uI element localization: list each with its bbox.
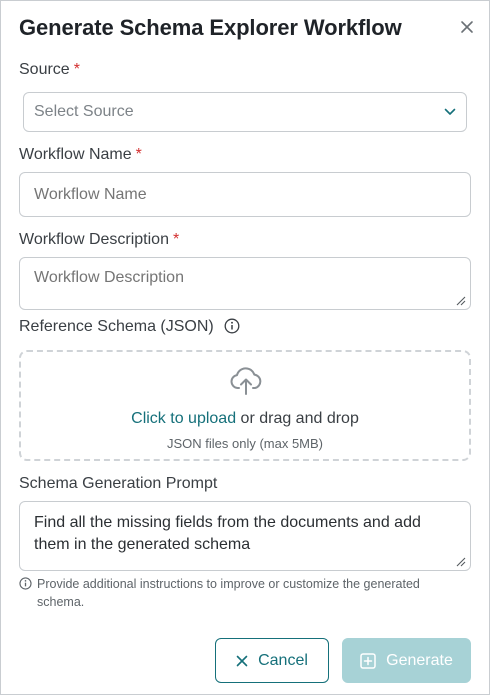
close-icon <box>236 655 248 666</box>
prompt-helper-text: Provide additional instructions to impro… <box>37 577 420 609</box>
chevron-down-icon <box>444 108 456 115</box>
close-icon <box>461 21 473 33</box>
upload-instructions: Click to upload or drag and drop <box>131 410 359 427</box>
required-mark: * <box>172 231 180 248</box>
resize-handle-icon[interactable] <box>456 296 466 306</box>
generate-workflow-dialog: Generate Schema Explorer Workflow Source… <box>0 0 490 695</box>
info-icon[interactable] <box>224 318 240 334</box>
close-button[interactable] <box>457 17 477 37</box>
source-label: Source * <box>19 61 80 78</box>
source-select[interactable]: Select Source <box>23 92 467 132</box>
workflow-name-label: Workflow Name * <box>19 146 142 163</box>
cloud-upload-icon <box>230 367 262 395</box>
workflow-description-label: Workflow Description * <box>19 231 180 248</box>
info-icon <box>19 577 32 590</box>
required-mark: * <box>135 146 142 163</box>
cancel-button[interactable]: Cancel <box>215 638 329 683</box>
prompt-textarea[interactable]: Find all the missing fields from the doc… <box>19 501 471 571</box>
required-mark: * <box>73 61 80 78</box>
click-to-upload-link[interactable]: Click to upload <box>131 410 236 427</box>
generate-button-label: Generate <box>386 651 453 669</box>
upload-hint: JSON files only (max 5MB) <box>166 436 324 451</box>
prompt-label: Schema Generation Prompt <box>19 475 218 492</box>
prompt-value: Find all the missing fields from the doc… <box>34 514 421 553</box>
workflow-name-input[interactable] <box>19 172 471 217</box>
resize-handle-icon[interactable] <box>456 557 466 567</box>
reference-schema-label: Reference Schema (JSON) <box>19 318 240 336</box>
file-upload-dropzone[interactable]: Click to upload or drag and drop JSON fi… <box>19 350 471 461</box>
workflow-description-input[interactable] <box>19 257 471 310</box>
prompt-helper: Provide additional instructions to impro… <box>19 575 459 611</box>
plus-square-icon <box>360 652 376 669</box>
cancel-button-label: Cancel <box>258 651 308 669</box>
source-select-value: Select Source <box>34 103 134 120</box>
dialog-title: Generate Schema Explorer Workflow <box>19 15 402 40</box>
generate-button[interactable]: Generate <box>342 638 471 683</box>
